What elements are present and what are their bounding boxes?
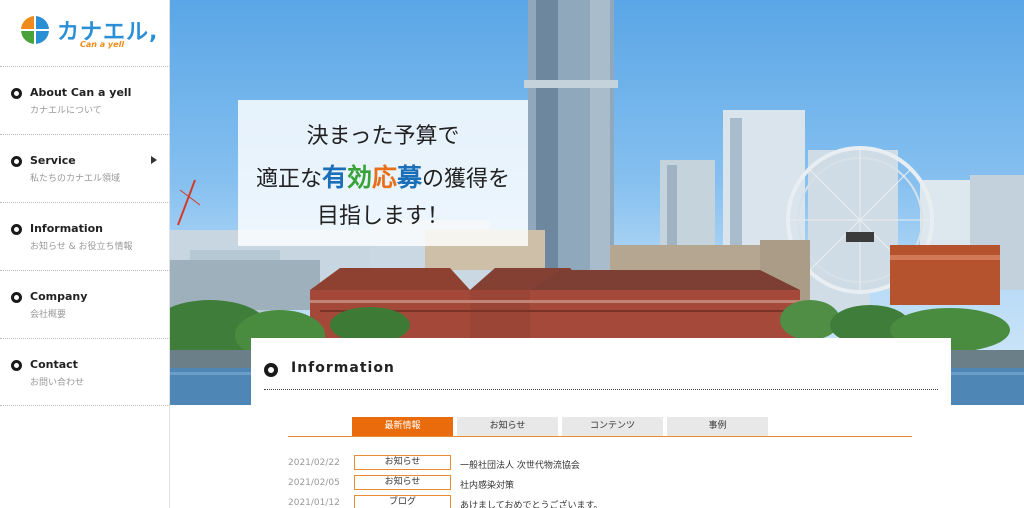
news-category-badge: ブログ [354,495,451,508]
sidebar-item-service[interactable]: Service 私たちのカナエル領域 [0,134,170,202]
sidebar-item-about[interactable]: About Can a yell カナエルについて [0,66,170,134]
news-category-badge: お知らせ [354,455,451,470]
sidebar-item-contact[interactable]: Contact お問い合わせ [0,338,170,406]
tab-cases[interactable]: 事例 [667,417,768,436]
news-title-link[interactable]: 社内感染対策 [460,478,514,491]
section-header: Information [264,356,938,390]
bullet-icon [264,363,278,377]
news-tabs: 最新情報 お知らせ コンテンツ 事例 [288,417,912,437]
bullet-icon [11,292,22,303]
news-date: 2021/02/22 [288,458,340,468]
sidebar-item-sublabel: 会社概要 [30,310,67,320]
catch-highlight-3: 応 [372,163,398,192]
catch-line-1: 決まった予算で [306,124,460,149]
tab-contents[interactable]: コンテンツ [562,417,663,436]
sidebar-item-sublabel: お問い合わせ [30,378,85,388]
bullet-icon [11,156,22,167]
sidebar-item-label: Service [30,154,76,167]
logo-mark-icon [21,16,49,44]
sidebar-item-label: Company [30,290,88,303]
sidebar-item-sublabel: 私たちのカナエル領域 [30,174,121,184]
sidebar-item-label: About Can a yell [30,86,132,99]
sidebar: カナエル, Can a yell About Can a yell カナエルにつ… [0,0,170,508]
catch-post: の獲得を [422,167,511,192]
news-date: 2021/01/12 [288,498,340,508]
list-item[interactable]: 2021/02/22 お知らせ 一般社団法人 次世代物流協会 [288,455,928,475]
news-list: 2021/02/22 お知らせ 一般社団法人 次世代物流協会 2021/02/0… [288,455,928,508]
information-section: Information 最新情報 お知らせ コンテンツ 事例 2021/02/2… [251,338,951,508]
section-title: Information [291,360,395,376]
catch-pre: 適正な [255,167,322,192]
catch-highlight-2: 効 [346,163,372,192]
sidebar-item-label: Contact [30,358,78,371]
catch-highlight-4: 募 [397,163,423,192]
catch-highlight-1: 有 [321,163,347,192]
list-item[interactable]: 2021/01/12 ブログ あけましておめでとうございます。 [288,495,928,508]
sidebar-item-sublabel: お知らせ & お役立ち情報 [30,242,133,252]
brand-tagline: Can a yell [80,40,125,49]
sidebar-nav: About Can a yell カナエルについて Service 私たちのカナ… [0,66,170,406]
list-item[interactable]: 2021/02/05 お知らせ 社内感染対策 [288,475,928,495]
tab-notice[interactable]: お知らせ [457,417,558,436]
news-title-link[interactable]: あけましておめでとうございます。 [460,498,603,508]
hero-catchphrase: 決まった予算で 適正な有効応募の獲得を 目指します！ [238,100,528,246]
chevron-right-icon [151,156,157,164]
bullet-icon [11,360,22,371]
logo[interactable]: カナエル, Can a yell [20,14,160,54]
bullet-icon [11,88,22,99]
page: カナエル, Can a yell About Can a yell カナエルにつ… [0,0,1024,508]
news-title-link[interactable]: 一般社団法人 次世代物流協会 [460,458,580,471]
catch-line-3: 目指します！ [316,204,449,229]
sidebar-item-information[interactable]: Information お知らせ & お役立ち情報 [0,202,170,270]
news-date: 2021/02/05 [288,478,340,488]
news-category-badge: お知らせ [354,475,451,490]
sidebar-item-company[interactable]: Company 会社概要 [0,270,170,338]
sidebar-item-label: Information [30,222,103,235]
tab-latest[interactable]: 最新情報 [352,417,453,436]
sidebar-item-sublabel: カナエルについて [30,106,102,116]
catch-line-2: 適正な有効応募の獲得を [238,158,528,194]
bullet-icon [11,224,22,235]
